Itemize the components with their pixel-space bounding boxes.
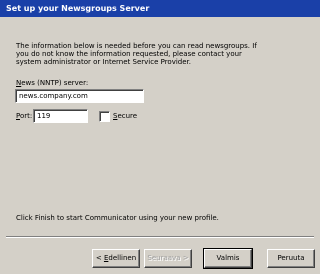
title-bar: Set up your Newsgroups Server (0, 0, 320, 17)
back-button-prefix: < (95, 254, 104, 262)
back-button[interactable]: < Edellinen (92, 249, 140, 268)
port-label: Port: (16, 112, 32, 121)
window-title: Set up your Newsgroups Server (6, 4, 150, 13)
news-server-input[interactable]: news.company.com (15, 89, 144, 103)
port-input[interactable]: 119 (33, 109, 88, 123)
secure-checkbox[interactable] (99, 111, 110, 122)
port-label-text: ort: (19, 112, 33, 120)
finish-instruction-text: Click Finish to start Communicator using… (16, 214, 219, 222)
news-server-label: News (NNTP) server: (16, 79, 88, 88)
secure-label: Secure (113, 112, 137, 121)
info-text-line-3: system administrator or Internet Service… (16, 58, 192, 66)
wizard-window: Set up your Newsgroups Server The inform… (0, 0, 320, 274)
secure-label-text: ecure (117, 112, 138, 120)
back-button-label: dellinen (108, 254, 137, 262)
button-separator (6, 236, 314, 238)
finish-button[interactable]: Valmis (203, 248, 253, 269)
news-server-label-text: ews (NNTP) server: (21, 79, 89, 87)
cancel-button[interactable]: Peruuta (267, 249, 315, 268)
next-button[interactable]: Seuraava > (144, 249, 192, 268)
